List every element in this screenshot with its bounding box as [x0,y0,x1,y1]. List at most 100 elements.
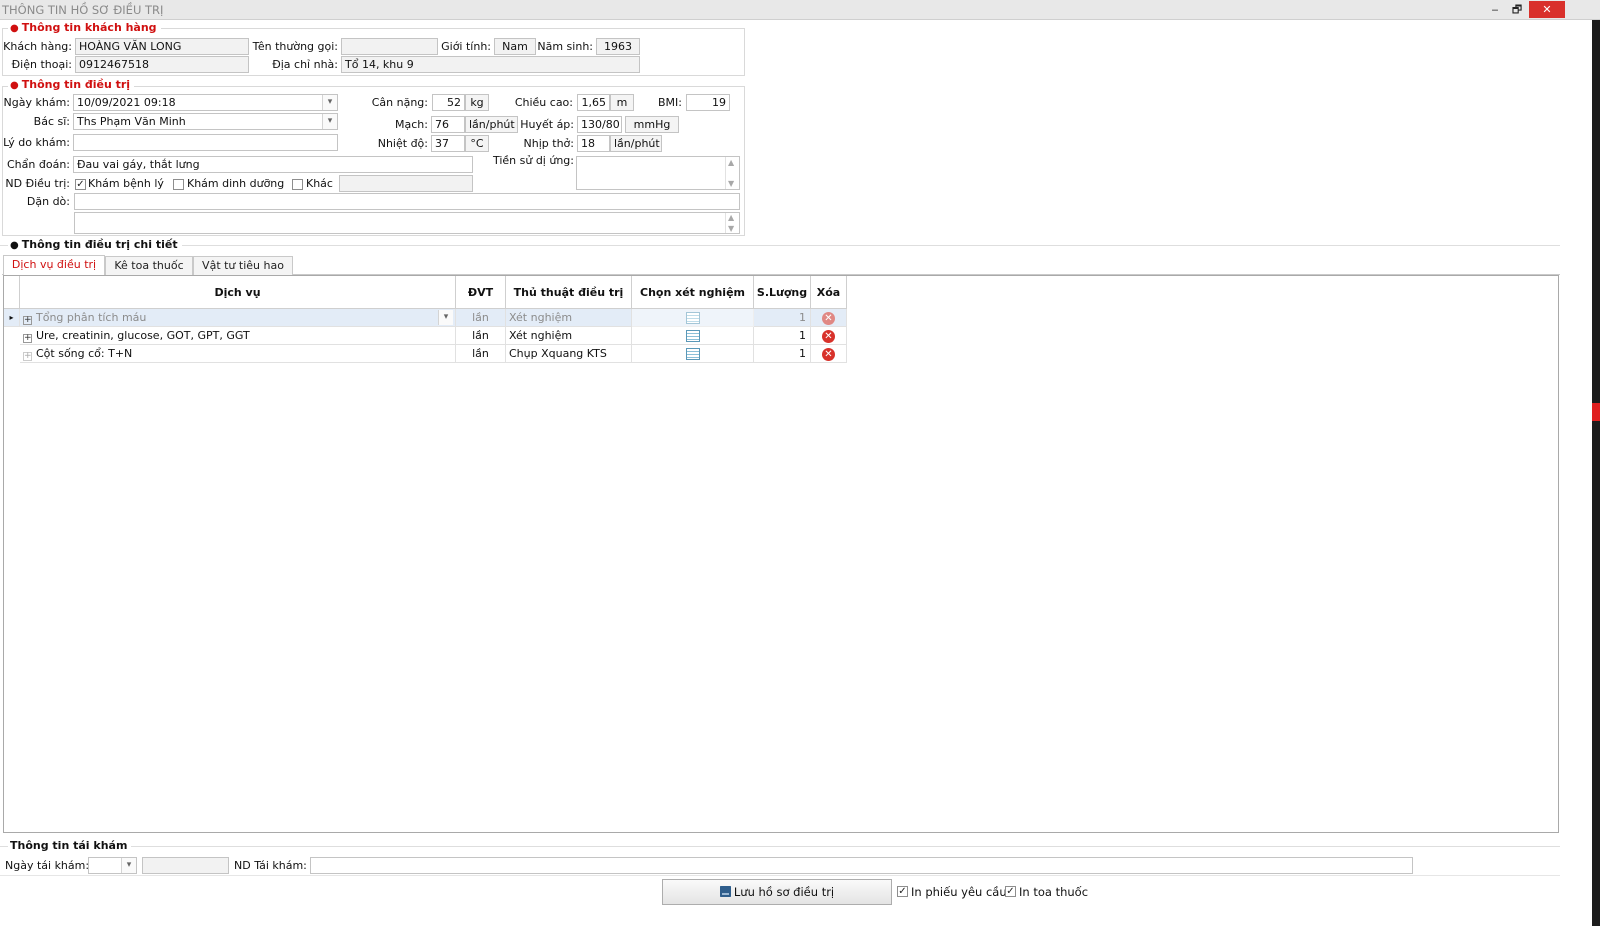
edge-marker [1592,403,1600,421]
doctor-label: Bác sĩ: [33,115,70,128]
chevron-down-icon[interactable]: ▾ [322,114,337,129]
save-button[interactable]: Lưu hồ sơ điều trị [662,879,892,905]
scroll-down-icon[interactable]: ▼ [728,179,734,188]
services-grid: Dịch vụ ĐVT Thủ thuật điều trị Chọn xét … [3,275,1559,833]
exam-nutrition-checkbox[interactable] [173,179,184,190]
tab-services[interactable]: Dịch vụ điều trị [3,255,105,275]
reason-field[interactable] [73,134,338,151]
delete-cell[interactable]: ✕ [811,309,847,327]
col-service-header[interactable]: Dịch vụ [20,276,456,309]
customer-name-field[interactable]: HOÀNG VĂN LONG [75,38,249,55]
followup-date-label: Ngày tái khám: [5,859,90,872]
quantity-cell[interactable]: 1 [754,309,811,327]
expand-icon[interactable]: + [23,334,32,343]
gender-label: Giới tính: [441,40,491,53]
breathing-field[interactable]: 18 [577,135,610,152]
other-checkbox[interactable] [292,179,303,190]
scroll-up-icon[interactable]: ▲ [728,213,734,222]
address-field[interactable]: Tổ 14, khu 9 [341,56,640,73]
chevron-down-icon[interactable]: ▾ [322,95,337,110]
exam-disease-label: Khám bệnh lý [88,177,164,190]
restore-button[interactable]: 🗗 [1506,1,1528,18]
col-quantity-header[interactable]: S.Lượng [754,276,811,309]
followup-date-text[interactable] [142,857,229,874]
delete-icon[interactable]: ✕ [822,348,835,361]
pulse-label: Mạch: [395,118,428,131]
other-text-field[interactable] [339,175,473,192]
tab-supplies[interactable]: Vật tư tiêu hao [193,256,293,275]
print-request-checkbox[interactable]: ✓ [897,886,908,897]
chevron-down-icon[interactable]: ▾ [438,310,453,325]
height-field[interactable]: 1,65 [577,94,610,111]
row-indicator-header [4,276,20,309]
other-label: Khác [306,177,333,190]
nickname-field[interactable] [341,38,438,55]
col-unit-header[interactable]: ĐVT [456,276,506,309]
col-procedure-header[interactable]: Thủ thuật điều trị [506,276,632,309]
advice-scrollbar[interactable]: ▲ ▼ [725,213,739,233]
pulse-field[interactable]: 76 [431,116,465,133]
scroll-up-icon[interactable]: ▲ [728,158,734,167]
table-row[interactable]: + Ure, creatinin, glucose, GOT, GPT, GGT [20,327,456,345]
exam-date-value: 10/09/2021 09:18 [77,96,176,109]
height-unit: m [610,94,634,111]
save-icon [719,886,731,897]
advice-extra-field[interactable]: ▲ ▼ [74,212,740,234]
expand-icon[interactable]: + [23,316,32,325]
quantity-cell[interactable]: 1 [754,327,811,345]
table-row[interactable]: + Tổng phân tích máu ▾ [20,309,456,327]
delete-cell[interactable]: ✕ [811,345,847,363]
exam-disease-checkbox[interactable]: ✓ [75,179,86,190]
followup-section-title: Thông tin tái khám [8,839,132,852]
select-test-cell[interactable] [632,327,754,345]
advice-field[interactable] [74,193,740,210]
birth-year-field[interactable]: 1963 [596,38,640,55]
allergy-scrollbar[interactable]: ▲ ▼ [725,157,739,189]
procedure-cell: Xét nghiệm [506,327,632,345]
delete-icon[interactable]: ✕ [822,312,835,325]
minimize-button[interactable]: ‒ [1484,1,1506,18]
document-icon[interactable] [685,330,700,342]
weight-label: Cân nặng: [371,96,428,109]
treatment-content-label: ND Điều trị: [5,177,70,190]
scroll-down-icon[interactable]: ▼ [728,224,734,233]
allergy-field[interactable]: ▲ ▼ [576,156,740,190]
temperature-field[interactable]: 37 [431,135,465,152]
followup-divider [0,846,1560,847]
chevron-down-icon[interactable]: ▾ [121,858,136,873]
quantity-cell[interactable]: 1 [754,345,811,363]
table-row[interactable]: + Cột sống cổ: T+N [20,345,456,363]
print-prescription-label: In toa thuốc [1019,885,1089,899]
expand-icon[interactable]: + [23,352,32,361]
document-icon[interactable] [685,348,700,360]
select-test-cell[interactable] [632,345,754,363]
close-button[interactable]: ✕ [1529,1,1565,18]
footer-divider [0,875,1560,876]
nickname-label: Tên thường gọi: [252,40,338,53]
weight-field[interactable]: 52 [432,94,465,111]
col-delete-header[interactable]: Xóa [811,276,847,309]
birth-year-label: Năm sinh: [537,40,593,53]
followup-content-label: ND Tái khám: [234,859,307,872]
print-prescription-checkbox[interactable]: ✓ [1005,886,1016,897]
exam-nutrition-label: Khám dinh dưỡng [187,177,285,190]
procedure-cell: Xét nghiệm [506,309,632,327]
followup-content-field[interactable] [310,857,1413,874]
phone-field[interactable]: 0912467518 [75,56,249,73]
pulse-unit: lần/phút [465,116,518,133]
diagnosis-field[interactable]: Đau vai gáy, thắt lưng [73,156,473,173]
delete-icon[interactable]: ✕ [822,330,835,343]
select-test-cell[interactable] [632,309,754,327]
doctor-select[interactable]: Ths Phạm Văn Minh ▾ [73,113,338,130]
weight-unit: kg [465,94,489,111]
followup-date-select[interactable]: ▾ [88,857,137,874]
blood-pressure-field[interactable]: 130/80 [577,116,622,133]
col-select-test-header[interactable]: Chọn xét nghiệm [632,276,754,309]
bmi-field[interactable]: 19 [686,94,730,111]
exam-date-picker[interactable]: 10/09/2021 09:18 ▾ [73,94,338,111]
bmi-label: BMI: [658,96,682,109]
document-icon[interactable] [685,312,700,324]
gender-field[interactable]: Nam [494,38,536,55]
delete-cell[interactable]: ✕ [811,327,847,345]
tab-prescription[interactable]: Kê toa thuốc [105,256,193,275]
